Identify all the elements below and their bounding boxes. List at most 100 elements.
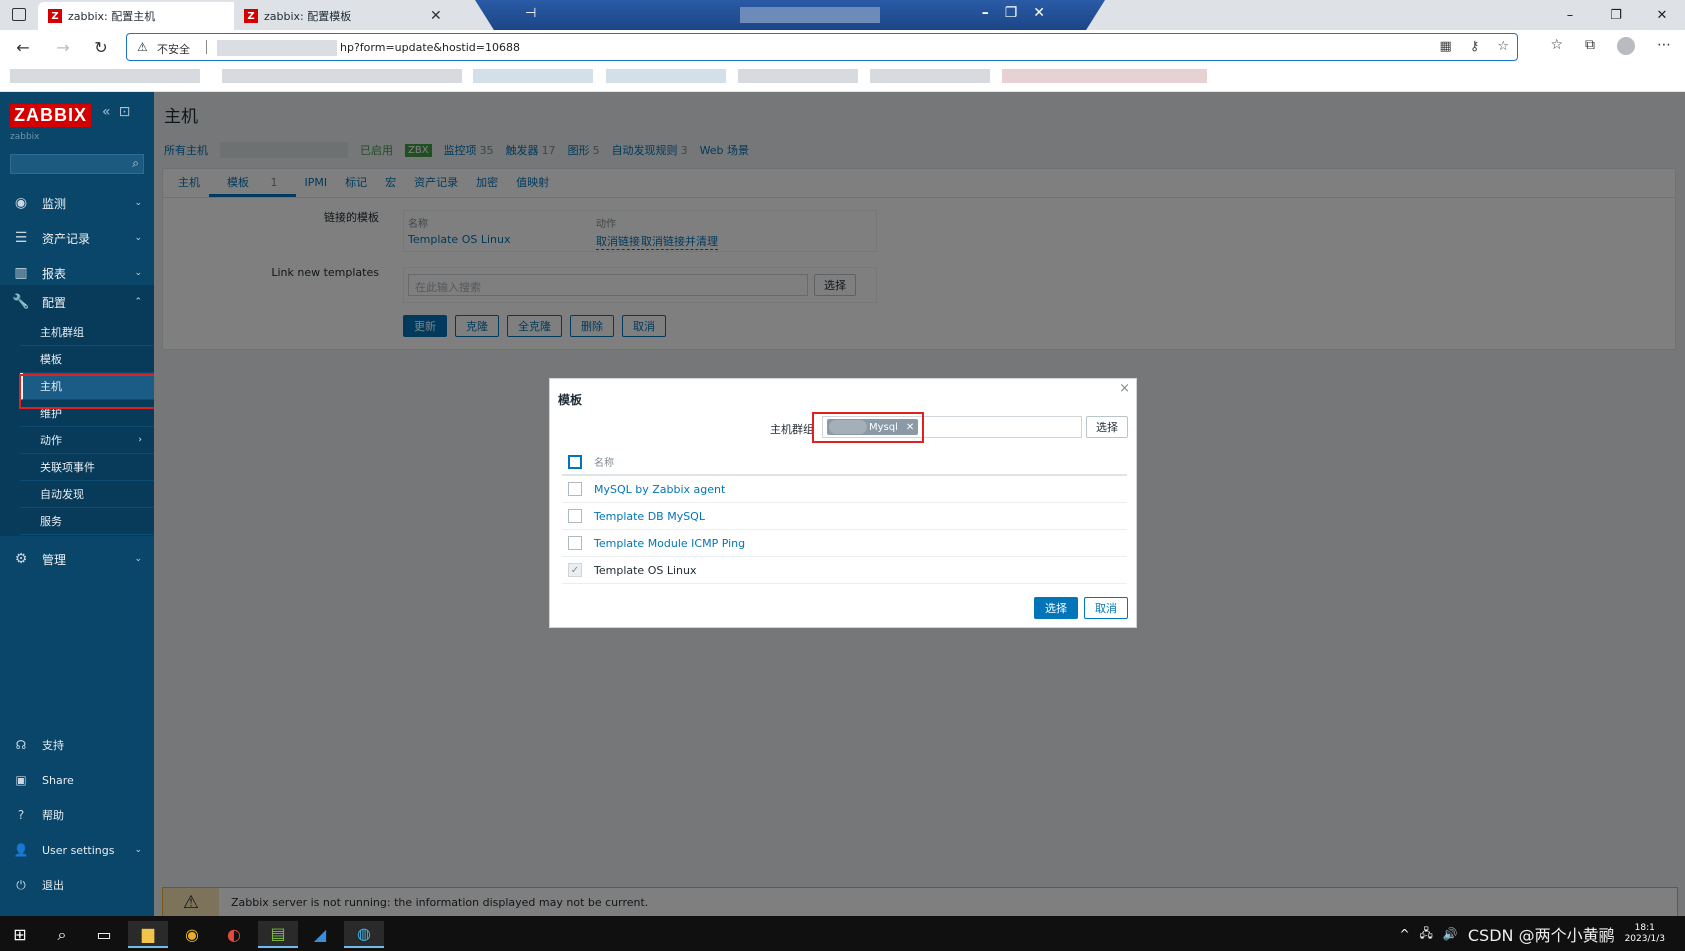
headset-icon: ☊ xyxy=(15,738,27,752)
wrench-icon: 🔧 xyxy=(12,294,30,310)
template-checkbox[interactable] xyxy=(568,536,582,550)
bookmark-item[interactable] xyxy=(222,69,462,83)
hostgroup-label: 主机群组 xyxy=(770,423,814,436)
volume-icon[interactable]: 🔊 xyxy=(1443,927,1458,941)
reload-icon[interactable]: ↻ xyxy=(88,35,114,59)
menu-signout[interactable]: ⏻ 退出 xyxy=(0,870,154,900)
windows-taskbar: ⊞ ⌕ ▭ ▆ ◉ ◐ ▤ ◢ ◍ ^ 🖧 🔊 CSDN @两个小黄鹂 18:1… xyxy=(0,916,1685,951)
more-menu-icon[interactable]: ⋯ xyxy=(1657,37,1671,55)
template-name-link[interactable]: MySQL by Zabbix agent xyxy=(594,483,725,496)
url-text[interactable]: hp?form=update&hostid=10688 xyxy=(340,41,520,54)
forward-icon[interactable]: → xyxy=(50,35,76,59)
kiosk-mode-icon[interactable]: ⊡ xyxy=(119,104,131,120)
remote-host-name xyxy=(740,7,880,23)
submenu-event-correlation[interactable]: 关联项事件 xyxy=(20,454,154,481)
dialog-select-button[interactable]: 选择 xyxy=(1034,597,1078,619)
notepad-icon[interactable]: ▤ xyxy=(258,921,298,948)
edge-icon[interactable]: ◍ xyxy=(344,921,384,948)
menu-help[interactable]: ? 帮助 xyxy=(0,800,154,830)
hostgroup-select-button[interactable]: 选择 xyxy=(1086,416,1128,438)
menu-support[interactable]: ☊ 支持 xyxy=(0,730,154,760)
profile-avatar[interactable] xyxy=(1617,37,1635,55)
key-icon[interactable]: ⚷ xyxy=(1470,39,1480,54)
dialog-cancel-button[interactable]: 取消 xyxy=(1084,597,1128,619)
bookmark-item[interactable] xyxy=(473,69,593,83)
chevron-up-icon[interactable]: ^ xyxy=(1399,927,1409,941)
remote-restore-icon[interactable]: ❐ xyxy=(1005,5,1018,21)
close-window-icon[interactable]: ✕ xyxy=(1639,0,1685,30)
menu-inventory[interactable]: ☰ 资产记录 ⌄ xyxy=(0,221,154,255)
remote-close-icon[interactable]: ✕ xyxy=(1033,5,1045,21)
bookmark-item[interactable] xyxy=(870,69,990,83)
close-tab-icon[interactable]: ✕ xyxy=(430,8,442,24)
submenu-hostgroups[interactable]: 主机群组 xyxy=(20,319,154,346)
browser-tabstrip: Z zabbix: 配置主机 ✕ Z zabbix: 配置模板 ✕ ⊣ – ❐ … xyxy=(0,0,1685,30)
favorites-icon[interactable]: ☆ xyxy=(1550,37,1563,55)
bookmark-item[interactable] xyxy=(606,69,726,83)
zabbix-logo[interactable]: ZABBIX xyxy=(10,104,91,127)
template-list-header: 名称 xyxy=(562,449,1127,476)
chevron-down-icon: ⌄ xyxy=(134,268,142,278)
help-icon: ? xyxy=(17,808,25,822)
file-explorer-icon[interactable]: ▆ xyxy=(128,921,168,948)
browser-toolbar: ← → ↻ ⚠ 不安全 hp?form=update&hostid=10688 … xyxy=(0,30,1685,64)
bookmark-item[interactable] xyxy=(10,69,200,83)
network-icon[interactable]: 🖧 xyxy=(1420,924,1433,945)
back-icon[interactable]: ← xyxy=(10,35,36,59)
menu-user-settings[interactable]: 👤 User settings ⌄ xyxy=(0,835,154,865)
bookmark-item[interactable] xyxy=(738,69,858,83)
server-name: zabbix xyxy=(10,132,40,142)
warning-triangle-icon[interactable]: ⚠ xyxy=(137,40,148,54)
qr-code-icon[interactable]: ▦ xyxy=(1440,39,1452,54)
address-bar[interactable]: ⚠ 不安全 hp?form=update&hostid=10688 ▦ ⚷ ☆ xyxy=(126,33,1518,61)
bookmark-item[interactable] xyxy=(1002,69,1207,83)
annotation-highlight-hostgroup xyxy=(812,412,924,443)
pin-icon[interactable]: ⊣ xyxy=(525,6,536,21)
sidebar-search-input[interactable]: ⌕ xyxy=(10,154,144,174)
browser-tab-template-config[interactable]: Z zabbix: 配置模板 ✕ xyxy=(234,2,452,30)
favorite-add-icon[interactable]: ☆ xyxy=(1497,39,1509,54)
collapse-sidebar-icon[interactable]: « xyxy=(102,104,111,120)
template-name-link[interactable]: Template DB MySQL xyxy=(594,510,705,523)
template-row: Template DB MySQL xyxy=(562,503,1127,530)
collections-icon[interactable]: ⧉ xyxy=(1585,37,1595,55)
template-row: Template Module ICMP Ping xyxy=(562,530,1127,557)
remote-minimize-icon[interactable]: – xyxy=(982,5,989,21)
url-host-redacted xyxy=(217,40,337,56)
bookmarks-bar xyxy=(0,64,1685,92)
annotation-highlight-hosts xyxy=(19,374,157,409)
list-icon: ☰ xyxy=(14,230,28,246)
submenu-actions[interactable]: 动作 › xyxy=(20,427,154,454)
chrome-icon[interactable]: ◉ xyxy=(172,921,212,948)
zabbix-sidebar: ZABBIX « ⊡ zabbix ⌕ ◉ 监测 ⌄ ☰ 资产记录 ⌄ ▥ 报表… xyxy=(0,92,154,916)
menu-monitoring[interactable]: ◉ 监测 ⌄ xyxy=(0,186,154,220)
windows-start-icon[interactable]: ⊞ xyxy=(0,921,40,948)
user-icon: 👤 xyxy=(13,843,29,857)
template-name-link[interactable]: Template Module ICMP Ping xyxy=(594,537,745,550)
template-checkbox[interactable] xyxy=(568,482,582,496)
select-all-checkbox[interactable] xyxy=(568,454,582,469)
template-row: MySQL by Zabbix agent xyxy=(562,476,1127,503)
submenu-discovery[interactable]: 自动发现 xyxy=(20,481,154,508)
menu-administration[interactable]: ⚙ 管理 ⌄ xyxy=(0,542,154,576)
power-icon: ⏻ xyxy=(16,877,26,892)
menu-share[interactable]: ▣ Share xyxy=(0,765,154,795)
menu-configuration[interactable]: 🔧 配置 ⌃ xyxy=(0,285,154,319)
chevron-down-icon: ⌄ xyxy=(134,198,142,208)
zabbix-share-icon: ▣ xyxy=(15,773,27,787)
template-checkbox[interactable] xyxy=(568,509,582,523)
submenu-templates[interactable]: 模板 xyxy=(20,346,154,373)
browser-tab-host-config[interactable]: Z zabbix: 配置主机 ✕ xyxy=(38,2,256,30)
search-icon[interactable]: ⌕ xyxy=(132,156,139,171)
tab-actions-icon[interactable] xyxy=(12,8,26,21)
shark-app-icon[interactable]: ◢ xyxy=(300,921,340,948)
search-icon[interactable]: ⌕ xyxy=(42,921,82,948)
submenu-services[interactable]: 服务 xyxy=(20,508,154,535)
clock[interactable]: 18:1 2023/1/3 xyxy=(1625,923,1665,945)
app-icon[interactable]: ◐ xyxy=(214,921,254,948)
restore-icon[interactable]: ❐ xyxy=(1593,0,1639,30)
minimize-icon[interactable]: – xyxy=(1547,0,1593,30)
task-view-icon[interactable]: ▭ xyxy=(84,921,124,948)
eye-icon: ◉ xyxy=(14,195,28,211)
dialog-close-icon[interactable]: × xyxy=(1119,381,1130,396)
